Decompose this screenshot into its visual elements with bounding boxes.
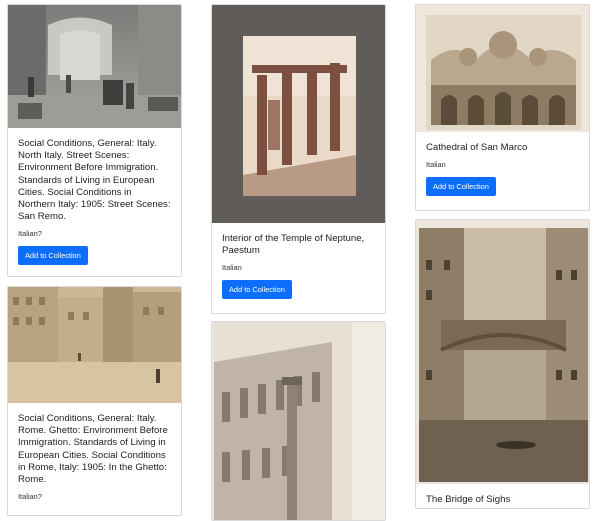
collection-card: Cathedral of San Marco Italian Add to Co…: [415, 4, 590, 211]
collection-card: Interior of the Temple of Neptune, Paest…: [211, 4, 386, 314]
card-title[interactable]: Social Conditions, General: Italy. Rome.…: [18, 413, 171, 486]
collection-card: Social Conditions, General: Italy. Rome.…: [7, 286, 182, 516]
card-title[interactable]: The Bridge of Sighs: [426, 494, 579, 506]
card-title[interactable]: Interior of the Temple of Neptune, Paest…: [222, 233, 375, 257]
collection-card: Social Conditions, General: Italy. North…: [7, 4, 182, 277]
card-title[interactable]: Social Conditions, General: Italy. North…: [18, 138, 171, 223]
card-culture: Italian?: [18, 229, 42, 239]
artwork-image[interactable]: [8, 5, 181, 128]
card-culture: Italian: [426, 160, 446, 170]
add-to-collection-button[interactable]: Add to Collection: [222, 280, 292, 300]
card-title[interactable]: Cathedral of San Marco: [426, 142, 579, 154]
add-to-collection-button[interactable]: Add to Collection: [426, 177, 496, 197]
artwork-image[interactable]: [416, 5, 589, 132]
artwork-image[interactable]: [8, 287, 181, 403]
collection-card: [211, 321, 386, 521]
artwork-image[interactable]: [212, 5, 385, 223]
card-culture: Italian: [222, 263, 242, 273]
collection-card: The Bridge of Sighs: [415, 219, 590, 509]
artwork-image[interactable]: [416, 220, 589, 484]
add-to-collection-button[interactable]: Add to Collection: [18, 246, 88, 266]
artwork-image[interactable]: [212, 322, 385, 520]
